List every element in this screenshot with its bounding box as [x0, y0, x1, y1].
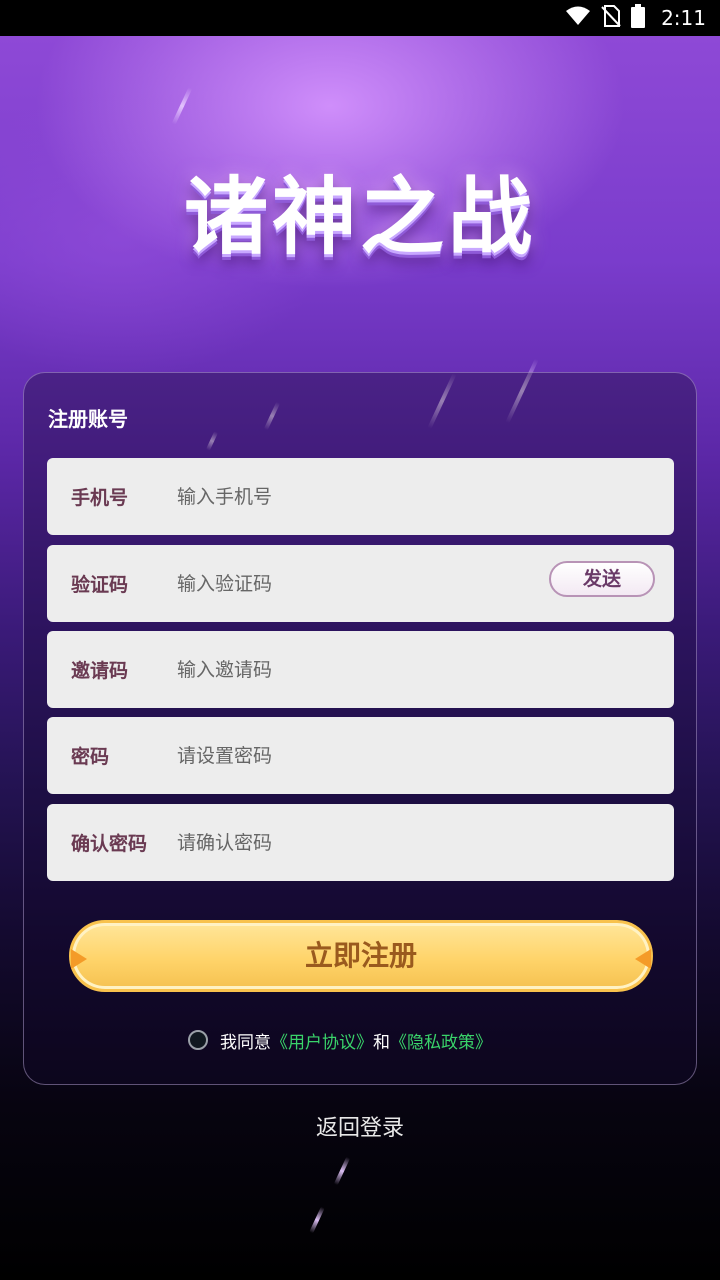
register-button-label: 立即注册 — [304, 939, 417, 972]
wifi-icon — [565, 6, 591, 30]
password-field: 密码 — [47, 717, 674, 794]
invite-input[interactable] — [175, 653, 539, 687]
confirm-password-input[interactable] — [175, 826, 539, 860]
code-field: 验证码 发送 — [47, 545, 674, 622]
password-input[interactable] — [175, 739, 539, 773]
phone-field: 手机号 — [47, 458, 674, 535]
phone-input[interactable] — [175, 480, 539, 514]
send-code-button[interactable]: 发送 — [549, 561, 655, 597]
battery-icon — [631, 4, 646, 32]
invite-field: 邀请码 — [47, 631, 674, 708]
confirm-password-label: 确认密码 — [71, 833, 148, 855]
agree-radio[interactable] — [188, 1030, 208, 1050]
phone-label: 手机号 — [71, 487, 129, 509]
agreement-row: 我同意 《用户协议》 和 《隐私政策》 — [188, 1027, 492, 1053]
status-time: 2:11 — [661, 6, 706, 30]
code-input[interactable] — [175, 567, 479, 601]
agree-prefix: 我同意 — [220, 1032, 271, 1053]
no-sim-icon — [601, 5, 621, 31]
password-label: 密码 — [71, 746, 110, 768]
invite-label: 邀请码 — [71, 660, 129, 682]
register-panel: 注册账号 手机号 验证码 发送 邀请码 密码 确认密码 立即注册 我同意 《用户… — [23, 372, 697, 1085]
game-logo: 诸神之战 — [183, 168, 536, 266]
status-bar: 2:11 — [0, 0, 720, 36]
privacy-policy-link[interactable]: 《隐私政策》 — [390, 1028, 492, 1053]
register-button[interactable]: 立即注册 — [69, 920, 653, 992]
back-to-login-link[interactable]: 返回登录 — [0, 1110, 720, 1142]
code-label: 验证码 — [71, 574, 129, 596]
panel-title: 注册账号 — [48, 407, 128, 431]
arrow-right-icon — [635, 949, 651, 969]
user-agreement-link[interactable]: 《用户协议》 — [271, 1028, 373, 1053]
confirm-password-field: 确认密码 — [47, 804, 674, 881]
agree-and: 和 — [373, 1032, 390, 1053]
arrow-left-icon — [71, 949, 87, 969]
